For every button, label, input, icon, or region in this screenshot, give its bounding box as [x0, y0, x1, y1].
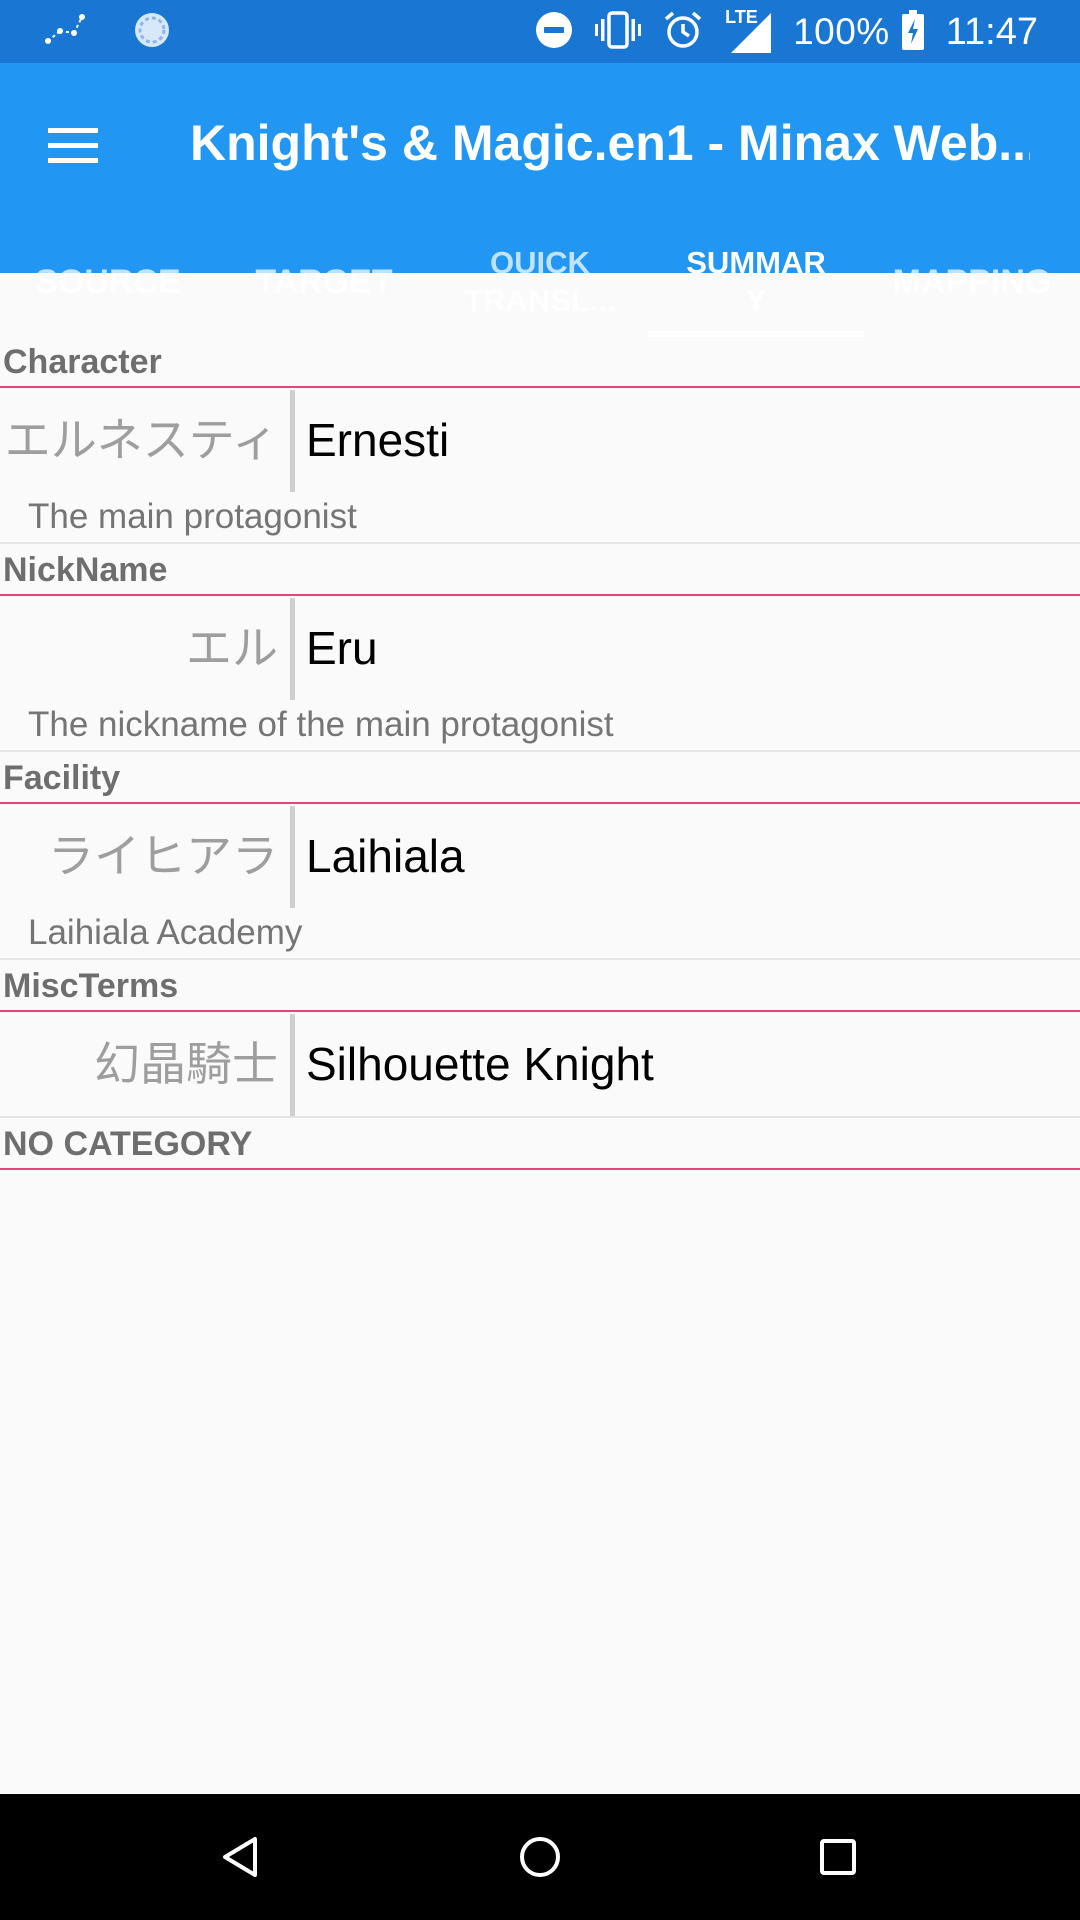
source-term: ライヒアラ: [48, 829, 278, 883]
category-group: Facility ライヒアラ Laihiala Laihiala Academy: [0, 752, 1080, 960]
entry-comment: Laihiala Academy: [28, 913, 303, 952]
source-term: 幻晶騎士: [94, 1037, 278, 1091]
category-header: Character: [0, 336, 1080, 388]
battery-percentage: 100%: [793, 11, 890, 52]
app-bar: Knight's & Magic.en1 - Minax Web... SOUR…: [0, 63, 1080, 337]
constellation-icon: [44, 13, 88, 52]
source-term: エルネスティ: [4, 413, 278, 467]
target-term: Ernesti: [306, 414, 450, 466]
alarm-icon: [663, 10, 703, 55]
category-group: MiscTerms 幻晶騎士 Silhouette Knight: [0, 960, 1080, 1118]
entry-divider: [290, 806, 295, 908]
navigation-bar: [0, 1794, 1080, 1920]
category-header: Facility: [0, 752, 1080, 804]
hamburger-menu-icon[interactable]: [28, 101, 118, 191]
tab-source[interactable]: SOURCE: [0, 227, 216, 337]
category-header: NickName: [0, 544, 1080, 596]
no-category-header: NO CATEGORY: [0, 1118, 1080, 1170]
mapping-entry[interactable]: 幻晶騎士 Silhouette Knight: [0, 1012, 1080, 1116]
category-group: Character エルネスティ Ernesti The main protag…: [0, 336, 1080, 544]
do-not-disturb-icon: [535, 11, 573, 54]
sync-icon: [132, 10, 172, 55]
signal-icon: LTE: [725, 7, 772, 53]
target-term: Laihiala: [306, 830, 465, 882]
mapping-entry[interactable]: ライヒアラ Laihiala: [0, 804, 1080, 908]
tab-summary[interactable]: SUMMAR Y: [648, 227, 864, 337]
clock: 11:47: [945, 11, 1038, 53]
app-title: Knight's & Magic.en1 - Minax Web...: [190, 115, 1030, 171]
tab-bar: SOURCE TARGET QUICK TRANSL... SUMMAR Y M…: [0, 227, 1080, 337]
category-header: MiscTerms: [0, 960, 1080, 1012]
status-bar: LTE 100% 11:47: [0, 0, 1080, 63]
battery-charging-icon: [901, 9, 924, 55]
target-term: Silhouette Knight: [306, 1038, 654, 1090]
tab-target[interactable]: TARGET: [216, 227, 432, 337]
tab-mapping[interactable]: MAPPING: [864, 227, 1080, 337]
vibrate-icon: [595, 10, 642, 55]
entry-divider: [290, 598, 295, 700]
mapping-entry[interactable]: エルネスティ Ernesti: [0, 388, 1080, 492]
mapping-entry[interactable]: エル Eru: [0, 596, 1080, 700]
entry-divider: [290, 1014, 295, 1116]
source-term: エル: [186, 621, 278, 675]
entry-comment: The nickname of the main protagonist: [28, 705, 614, 744]
back-icon[interactable]: [204, 1820, 278, 1894]
recents-icon[interactable]: [801, 1820, 875, 1894]
home-icon[interactable]: [503, 1820, 577, 1894]
entry-comment: The main protagonist: [28, 497, 357, 536]
entry-divider: [290, 390, 295, 492]
target-term: Eru: [306, 622, 378, 674]
summary-list: Character エルネスティ Ernesti The main protag…: [0, 336, 1080, 1170]
category-group: NickName エル Eru The nickname of the main…: [0, 544, 1080, 752]
tab-quick-translate[interactable]: QUICK TRANSL...: [432, 227, 648, 337]
